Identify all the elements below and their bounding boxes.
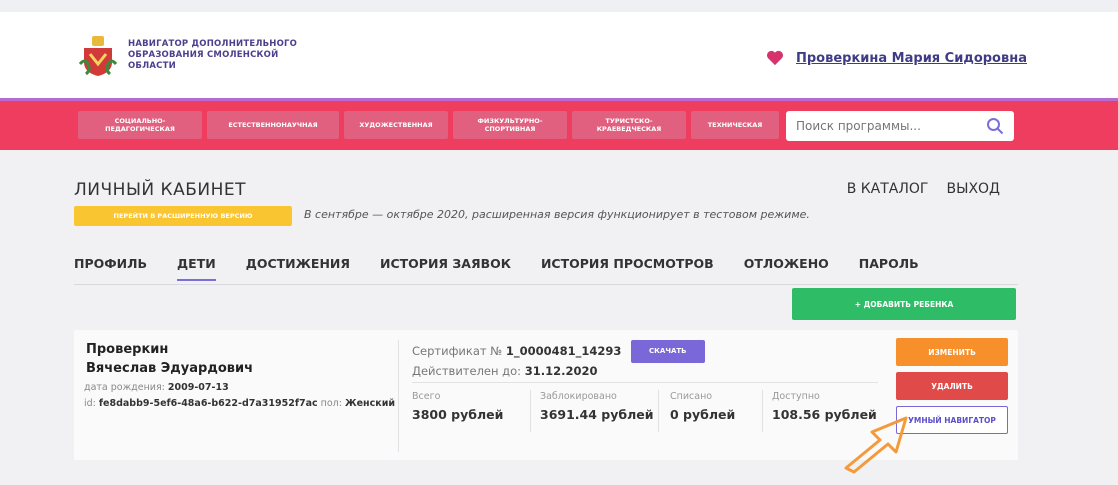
search-icon[interactable] [986, 117, 1004, 135]
valid-label: Действителен до: [412, 364, 522, 378]
coat-of-arms-icon[interactable] [78, 34, 118, 78]
child-first-names: Вячеслав Эдуардович [86, 361, 254, 376]
balance-value: 3691.44 рублей [540, 407, 654, 422]
delete-child-button[interactable]: УДАЛИТЬ [896, 372, 1008, 400]
edit-child-button[interactable]: ИЗМЕНИТЬ [896, 338, 1008, 366]
balance-value: 3800 рублей [412, 407, 504, 422]
balance-label: Списано [670, 391, 713, 402]
search-input[interactable] [794, 118, 978, 134]
tab-achievements[interactable]: ДОСТИЖЕНИЯ [246, 256, 350, 277]
child-id: fe8dabb9-5ef6-48a6-b622-d7a31952f7ac [98, 398, 318, 409]
balance-divider [530, 390, 531, 432]
valid-until: 31.12.2020 [524, 364, 598, 378]
site-header: НАВИГАТОР ДОПОЛНИТЕЛЬНОГО ОБРАЗОВАНИЯ СМ… [0, 12, 1118, 98]
id-label: id: [84, 398, 96, 409]
balance-charged: Списано 0 рублей [670, 390, 735, 422]
top-links: В КАТАЛОГ ВЫХОД [847, 181, 1000, 197]
child-meta: дата рождения: 2009-07-13 id: fe8dabb9-5… [84, 380, 395, 412]
gender-label: пол: [320, 398, 342, 409]
tab-profile[interactable]: ПРОФИЛЬ [74, 256, 147, 277]
catalog-link[interactable]: В КАТАЛОГ [847, 181, 929, 197]
extended-version-button[interactable]: ПЕРЕЙТИ В РАСШИРЕННУЮ ВЕРСИЮ [74, 206, 292, 226]
page-title: ЛИЧНЫЙ КАБИНЕТ [74, 180, 247, 200]
user-area: Проверкина Мария Сидоровна [766, 50, 1027, 66]
balance-blocked: Заблокировано 3691.44 рублей [540, 390, 654, 422]
tab-views-history[interactable]: ИСТОРИЯ ПРОСМОТРОВ [541, 256, 714, 277]
child-last-name: Проверкин [86, 342, 169, 357]
balance-label: Заблокировано [540, 391, 617, 402]
site-name[interactable]: НАВИГАТОР ДОПОЛНИТЕЛЬНОГО ОБРАЗОВАНИЯ СМ… [128, 39, 318, 72]
card-divider [398, 340, 399, 452]
gender-value: Женский [344, 398, 396, 409]
certificate-info: Сертификат № 1_0000481_14293 СКАЧАТЬ Дей… [412, 340, 705, 380]
balance-value: 0 рублей [670, 407, 736, 422]
tabs-divider [74, 284, 1018, 285]
category-tourism[interactable]: ТУРИСТСКО-КРАЕВЕДЧЕСКАЯ [572, 111, 686, 139]
tab-children[interactable]: ДЕТИ [177, 256, 216, 281]
tab-bar: ПРОФИЛЬ ДЕТИ ДОСТИЖЕНИЯ ИСТОРИЯ ЗАЯВОК И… [74, 256, 949, 281]
pointer-arrow-icon [844, 416, 908, 474]
balance-total: Всего 3800 рублей [412, 390, 503, 422]
birth-label: дата рождения: [84, 382, 165, 393]
category-natural-science[interactable]: ЕСТЕСТВЕННОНАУЧНАЯ [207, 111, 339, 139]
balance-label: Доступно [772, 391, 820, 402]
logout-link[interactable]: ВЫХОД [946, 181, 1000, 197]
birth-date: 2009-07-13 [167, 382, 229, 393]
tab-password[interactable]: ПАРОЛЬ [859, 256, 919, 277]
download-certificate-button[interactable]: СКАЧАТЬ [631, 340, 705, 363]
category-social-pedagogical[interactable]: СОЦИАЛЬНО-ПЕДАГОГИЧЕСКАЯ [78, 111, 202, 139]
balance-label: Всего [412, 391, 441, 402]
tab-applications-history[interactable]: ИСТОРИЯ ЗАЯВОК [380, 256, 511, 277]
add-child-button[interactable]: + ДОБАВИТЬ РЕБЕНКА [792, 288, 1016, 320]
search-box [786, 111, 1014, 141]
category-art[interactable]: ХУДОЖЕСТВЕННАЯ [344, 111, 448, 139]
category-sports[interactable]: ФИЗКУЛЬТУРНО-СПОРТИВНАЯ [453, 111, 567, 139]
notice-text: В сентябре — октябре 2020, расширенная в… [304, 208, 810, 221]
user-name-link[interactable]: Проверкина Мария Сидоровна [796, 51, 1027, 66]
category-technical[interactable]: ТЕХНИЧЕСКАЯ [691, 111, 779, 139]
category-nav: СОЦИАЛЬНО-ПЕДАГОГИЧЕСКАЯ ЕСТЕСТВЕННОНАУЧ… [0, 98, 1118, 150]
heart-icon[interactable] [766, 50, 784, 66]
tab-deferred[interactable]: ОТЛОЖЕНО [744, 256, 829, 277]
balance-divider [658, 390, 659, 432]
balance-separator [412, 382, 878, 383]
certificate-label: Сертификат № [412, 344, 503, 358]
balance-divider [762, 390, 763, 432]
child-name: Проверкин Вячеслав Эдуардович [86, 340, 253, 378]
certificate-number: 1_0000481_14293 [505, 344, 622, 358]
